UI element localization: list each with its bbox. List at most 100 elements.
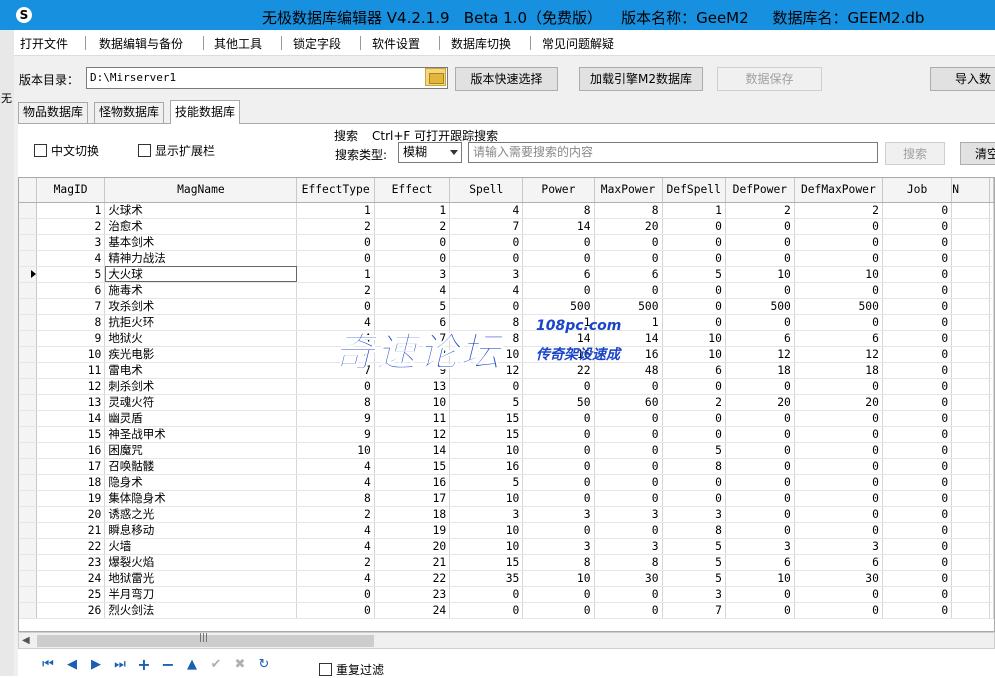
cell-effect[interactable]: 23 [374,586,451,603]
cell-spell[interactable]: 10 [449,442,524,459]
cell-empty[interactable] [951,378,990,395]
column-header-defspell[interactable]: DefSpell [662,178,726,203]
cell-effecttype[interactable]: 4 [296,570,375,587]
table-row[interactable]: 3 基本剑术 0 0 0 0 0 0 0 0 0 [19,234,994,251]
cell-effecttype[interactable]: 0 [296,234,375,251]
cell-effect[interactable]: 19 [374,522,451,539]
cell-job[interactable]: 0 [882,250,953,267]
cell-power[interactable]: 8 [522,202,595,219]
table-row[interactable]: 12 刺杀剑术 0 13 0 0 0 0 0 0 0 [19,378,994,395]
cell-spell[interactable]: 15 [449,426,524,443]
cell-effect[interactable]: 6 [374,314,451,331]
cell-empty[interactable] [951,522,990,539]
cell-spell[interactable]: 10 [449,346,524,363]
cell-spell[interactable]: 3 [449,266,524,283]
column-header-n[interactable]: N [951,178,990,203]
cell-empty[interactable] [951,442,990,459]
cell-magname[interactable]: 半月弯刀 [104,586,298,603]
cell-empty[interactable] [951,282,990,299]
cell-job[interactable]: 0 [882,474,953,491]
cell-maxpower[interactable]: 0 [594,490,663,507]
cell-empty[interactable] [989,586,994,603]
cell-effect[interactable]: 14 [374,442,451,459]
cell-maxpower[interactable]: 0 [594,426,663,443]
cell-defspell[interactable]: 6 [662,362,726,379]
cell-spell[interactable]: 0 [449,234,524,251]
cell-effecttype[interactable]: 4 [296,458,375,475]
prior-record-icon[interactable]: ◀ [64,656,80,674]
cell-defpower[interactable]: 20 [725,394,795,411]
cell-defspell[interactable]: 10 [662,330,726,347]
cell-maxpower[interactable]: 0 [594,586,663,603]
column-header-maxpower[interactable]: MaxPower [594,178,663,203]
cell-magid[interactable]: 1 [36,202,106,219]
cell-maxpower[interactable]: 60 [594,394,663,411]
row-indicator[interactable] [19,394,37,411]
cell-defmaxpower[interactable]: 0 [794,314,883,331]
cell-effect[interactable]: 15 [374,458,451,475]
cell-magid[interactable]: 14 [36,410,106,427]
table-row[interactable]: 13 灵魂火符 8 10 5 50 60 2 20 20 0 [19,394,994,411]
cell-effect[interactable]: 8 [374,346,451,363]
cell-magname[interactable]: 烈火剑法 [104,602,298,619]
delete-record-icon[interactable]: − [160,656,176,674]
cell-spell[interactable]: 15 [449,410,524,427]
cell-magid[interactable]: 21 [36,522,106,539]
cell-empty[interactable] [951,410,990,427]
cell-defspell[interactable]: 3 [662,506,726,523]
cell-magid[interactable]: 4 [36,250,106,267]
cell-magname[interactable]: 神圣战甲术 [104,426,298,443]
cell-spell[interactable]: 4 [449,282,524,299]
cell-empty[interactable] [951,234,990,251]
cell-power[interactable]: 0 [522,586,595,603]
cell-effecttype[interactable]: 4 [296,330,375,347]
last-record-icon[interactable]: ⏭ [112,656,128,674]
cell-defmaxpower[interactable]: 0 [794,218,883,235]
table-row[interactable]: 9 地狱火 4 7 8 14 14 10 6 6 0 [19,330,994,347]
column-header-effecttype[interactable]: EffectType [296,178,375,203]
cell-empty[interactable] [951,554,990,571]
row-indicator[interactable] [19,234,37,251]
row-indicator[interactable] [19,554,37,571]
cell-defpower[interactable]: 0 [725,426,795,443]
cell-magname[interactable]: 刺杀剑术 [104,378,298,395]
cell-effect[interactable]: 4 [374,282,451,299]
cell-magname[interactable]: 火球术 [104,202,298,219]
cell-job[interactable]: 0 [882,234,953,251]
cell-job[interactable]: 0 [882,554,953,571]
cell-maxpower[interactable]: 14 [594,330,663,347]
cell-maxpower[interactable]: 0 [594,234,663,251]
cell-empty[interactable] [951,362,990,379]
cell-defmaxpower[interactable]: 18 [794,362,883,379]
cell-effect[interactable]: 22 [374,570,451,587]
cell-job[interactable]: 0 [882,394,953,411]
cell-defpower[interactable]: 0 [725,250,795,267]
cell-defpower[interactable]: 0 [725,282,795,299]
column-header-defpower[interactable]: DefPower [725,178,795,203]
cell-defpower[interactable]: 0 [725,378,795,395]
cell-spell[interactable]: 8 [449,330,524,347]
cell-effect[interactable]: 9 [374,362,451,379]
cell-defpower[interactable]: 10 [725,266,795,283]
menu-item-7[interactable]: 常见问题解疑 [542,35,614,52]
insert-record-icon[interactable]: + [136,656,152,674]
row-indicator[interactable] [19,490,37,507]
cell-defspell[interactable]: 8 [662,522,726,539]
cell-job[interactable]: 0 [882,202,953,219]
cell-empty[interactable] [989,554,994,571]
clear-button[interactable]: 清空 [960,142,995,165]
cell-empty[interactable] [951,346,990,363]
scroll-thumb[interactable]: ||| [37,633,374,647]
scroll-left-icon[interactable]: ◀ [22,635,30,646]
cell-effect[interactable]: 21 [374,554,451,571]
cell-effecttype[interactable]: 0 [296,602,375,619]
row-indicator[interactable] [19,346,37,363]
cell-magname[interactable]: 攻杀剑术 [104,298,298,315]
cell-empty[interactable] [989,362,994,379]
horizontal-scrollbar[interactable]: ◀ ||| [18,632,995,649]
cell-defmaxpower[interactable]: 12 [794,346,883,363]
row-indicator[interactable] [19,250,37,267]
search-type-select[interactable]: 模糊 [398,142,462,163]
cell-magid[interactable]: 24 [36,570,106,587]
cell-defspell[interactable]: 0 [662,298,726,315]
